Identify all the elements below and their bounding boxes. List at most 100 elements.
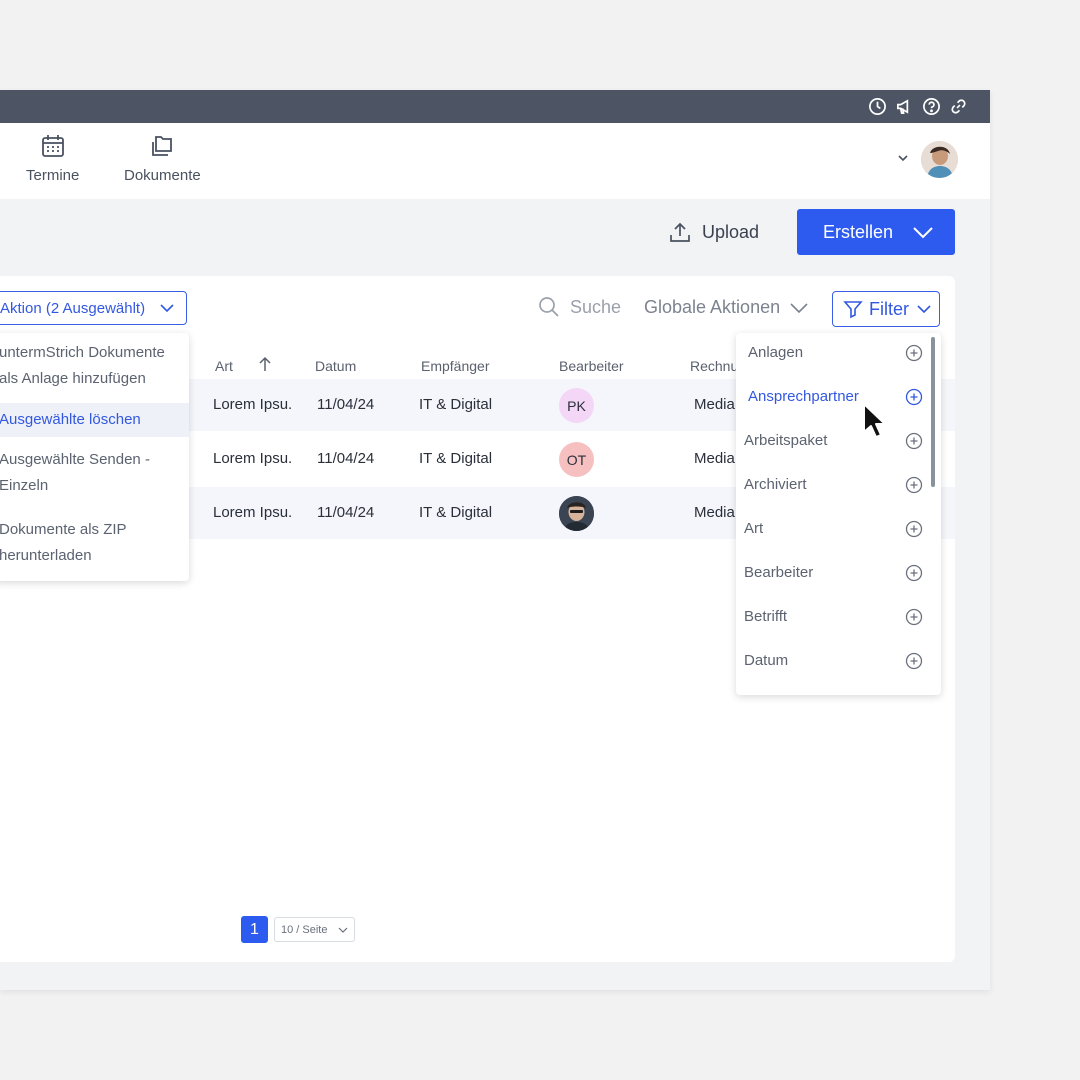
nav-item-label: Termine	[26, 167, 80, 184]
add-circle-icon[interactable]	[905, 344, 923, 362]
column-header-bearbeiter[interactable]: Bearbeiter	[559, 358, 624, 374]
nav-item-label: Dokumente	[124, 167, 201, 184]
menu-item-line: Dokumente als ZIP	[0, 521, 127, 538]
main-navbar: Termine Dokumente	[0, 123, 990, 199]
filter-button[interactable]: Filter	[832, 291, 940, 327]
filter-option-label: Ansprechpartner	[748, 388, 859, 405]
nav-item-termine[interactable]: Termine	[26, 133, 79, 184]
cell-rechnung: Media	[694, 396, 735, 413]
add-circle-icon[interactable]	[905, 520, 923, 538]
cell-art: Lorem Ipsu.	[213, 504, 293, 521]
cell-rechnung: Media	[694, 504, 735, 521]
folders-icon	[152, 136, 173, 156]
filter-option-label: Bearbeiter	[744, 564, 814, 581]
chevron-down-icon	[338, 927, 348, 933]
page-size-label: 10 / Seite	[281, 923, 328, 936]
menu-item-line: untermStrich Dokumente	[0, 344, 165, 361]
clock-icon[interactable]	[868, 97, 887, 116]
cell-datum: 11/04/24	[317, 504, 375, 521]
calendar-icon	[41, 135, 64, 157]
filter-option-label: Anlagen	[748, 344, 804, 361]
cell-art: Lorem Ipsu.	[213, 450, 293, 467]
add-circle-icon[interactable]	[905, 564, 923, 582]
avatar: OT	[559, 442, 594, 477]
filter-option-archiviert[interactable]: Archiviert	[736, 465, 931, 509]
cell-datum: 11/04/24	[317, 396, 375, 413]
pagination: 1 10 / Seite	[241, 916, 355, 943]
upload-label: Upload	[702, 221, 760, 242]
column-header-rechnung[interactable]: Rechnu	[690, 358, 738, 374]
column-header-art[interactable]: Art	[215, 358, 233, 374]
filter-option-datum[interactable]: Datum	[736, 641, 931, 685]
search-icon	[539, 297, 559, 317]
avatar-initials: PK	[567, 397, 586, 414]
filter-option-betrifft[interactable]: Betrifft	[736, 597, 931, 641]
menu-item-line: Einzeln	[0, 477, 49, 494]
cell-datum: 11/04/24	[317, 450, 375, 467]
global-actions-label: Globale Aktionen	[644, 297, 781, 317]
user-avatar[interactable]	[921, 141, 958, 178]
filter-option-arbeitspaket[interactable]: Arbeitspaket	[736, 421, 931, 465]
menu-item-delete-selected[interactable]: Ausgewählte löschen	[0, 403, 189, 437]
top-bar	[0, 90, 990, 123]
chevron-down-icon	[913, 227, 933, 239]
scrollbar[interactable]	[931, 337, 935, 487]
cell-empfaenger: IT & Digital	[419, 396, 493, 413]
add-circle-icon[interactable]	[905, 652, 923, 670]
add-circle-icon[interactable]	[905, 388, 923, 406]
cell-empfaenger: IT & Digital	[419, 504, 493, 521]
filter-option-label: Archiviert	[744, 476, 807, 493]
mouse-pointer-icon	[863, 403, 886, 438]
global-actions-dropdown[interactable]: Globale Aktionen	[644, 297, 808, 318]
filter-icon	[843, 301, 863, 319]
nav-item-dokumente[interactable]: Dokumente	[124, 133, 201, 184]
app-window: Termine Dokumente Upload Erstellen Aktio…	[0, 90, 990, 990]
page-button-current[interactable]: 1	[241, 916, 268, 943]
bulk-action-menu: untermStrich Dokumente als Anlage hinzuf…	[0, 333, 189, 581]
filter-label: Filter	[869, 298, 909, 319]
filter-menu: Anlagen Ansprechpartner Arbeitspaket Arc…	[736, 333, 941, 695]
add-circle-icon[interactable]	[905, 476, 923, 494]
chevron-down-icon	[790, 302, 808, 313]
avatar	[559, 496, 594, 531]
filter-option-label: Art	[744, 520, 764, 537]
add-circle-icon[interactable]	[905, 608, 923, 626]
upload-icon	[670, 222, 690, 242]
link-icon[interactable]	[949, 97, 968, 116]
menu-item-line: Ausgewählte Senden -	[0, 451, 150, 468]
chevron-down-icon	[917, 305, 931, 314]
avatar-initials: OT	[566, 451, 587, 468]
add-circle-icon[interactable]	[905, 432, 923, 450]
create-button[interactable]: Erstellen	[797, 209, 955, 255]
menu-item-send-individually[interactable]: Ausgewählte Senden - Einzeln	[0, 447, 189, 499]
chevron-down-icon	[160, 304, 174, 313]
column-header-datum[interactable]: Datum	[315, 358, 356, 374]
page-size-select[interactable]: 10 / Seite	[274, 917, 355, 942]
filter-option-label: Betrifft	[744, 608, 788, 625]
create-label: Erstellen	[823, 221, 894, 242]
filter-option-label: Arbeitspaket	[744, 432, 828, 449]
chevron-down-icon[interactable]	[896, 151, 910, 165]
cell-art: Lorem Ipsu.	[213, 396, 293, 413]
filter-option-ansprechpartner[interactable]: Ansprechpartner	[736, 377, 931, 421]
help-icon[interactable]	[922, 97, 941, 116]
megaphone-icon[interactable]	[895, 97, 914, 116]
menu-item-download-zip[interactable]: Dokumente als ZIP herunterladen	[0, 517, 189, 569]
filter-option-art[interactable]: Art	[736, 509, 931, 553]
search-placeholder: Suche	[570, 296, 622, 317]
column-header-empfaenger[interactable]: Empfänger	[421, 358, 489, 374]
menu-item-add-attachment[interactable]: untermStrich Dokumente als Anlage hinzuf…	[0, 340, 189, 392]
upload-button[interactable]: Upload	[668, 218, 759, 246]
bulk-action-dropdown[interactable]: Aktion (2 Ausgewählt)	[0, 291, 187, 325]
search-input[interactable]: Suche	[538, 296, 621, 318]
sort-ascending-icon[interactable]	[258, 356, 272, 372]
bulk-action-label: Aktion (2 Ausgewählt)	[0, 299, 146, 317]
avatar: PK	[559, 388, 594, 423]
filter-option-label: Datum	[744, 652, 789, 669]
filter-option-anlagen[interactable]: Anlagen	[736, 333, 931, 377]
filter-option-bearbeiter[interactable]: Bearbeiter	[736, 553, 931, 597]
menu-item-line: als Anlage hinzufügen	[0, 370, 146, 387]
menu-item-line: Ausgewählte löschen	[0, 411, 141, 428]
menu-item-line: herunterladen	[0, 547, 92, 564]
cell-rechnung: Media	[694, 450, 735, 467]
